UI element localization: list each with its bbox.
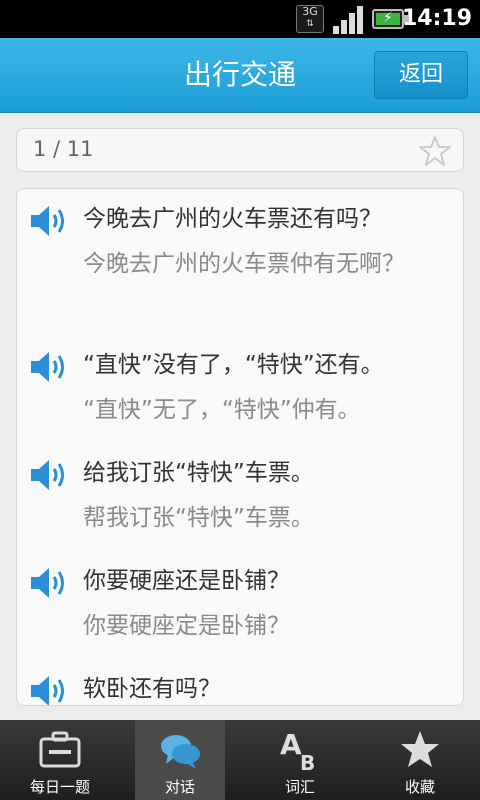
mandarin-phrase: 你要硬座还是卧铺？ [83, 568, 290, 594]
status-time: 14:19 [401, 6, 472, 31]
ab-letters-icon: A B [280, 728, 315, 772]
nav-dialogue[interactable]: 对话 [135, 720, 225, 800]
progress-counter: 1 / 11 [33, 137, 94, 161]
svg-text:B: B [300, 751, 315, 772]
network-type-label: 3G [302, 5, 318, 18]
app-header: 出行交通 返回 [0, 38, 480, 113]
nav-favorites[interactable]: 收藏 [360, 720, 480, 800]
mandarin-phrase: “直快”没有了，“特快”还有。 [83, 352, 384, 378]
briefcase-icon [39, 731, 81, 768]
cantonese-phrase: 帮我订张“特快”车票。 [83, 505, 314, 531]
speaker-icon[interactable] [29, 203, 71, 239]
speaker-icon[interactable] [29, 349, 71, 385]
mandarin-phrase: 给我订张“特快”车票。 [83, 460, 314, 486]
dialogue-card: 今晚去广州的火车票还有吗？ 今晚去广州的火车票仲有无啊？ “直快”没有了，“特快… [16, 188, 464, 706]
svg-text:A: A [280, 728, 302, 761]
nav-label: 词汇 [284, 778, 315, 796]
nav-label: 对话 [164, 778, 195, 796]
cantonese-phrase: 你要硬座定是卧铺？ [83, 613, 290, 639]
speaker-icon[interactable] [29, 457, 71, 493]
mandarin-phrase: 今晚去广州的火车票还有吗？ [83, 206, 382, 232]
progress-counter-bar: 1 / 11 [16, 128, 464, 172]
chat-bubbles-icon [161, 735, 200, 769]
signal-strength-icon [333, 6, 363, 34]
speaker-icon[interactable] [29, 673, 71, 706]
cantonese-phrase: 今晚去广州的火车票仲有无啊？ [83, 251, 405, 277]
star-icon [401, 731, 439, 767]
cantonese-phrase: “直快”无了，“特快”仲有。 [83, 397, 361, 423]
mandarin-phrase: 软卧还有吗？ [83, 676, 221, 702]
speaker-icon[interactable] [29, 565, 71, 601]
nav-label: 收藏 [404, 778, 435, 796]
favorite-star-icon[interactable] [419, 135, 451, 167]
network-3g-icon: 3G ⇅ [296, 5, 324, 33]
nav-vocabulary[interactable]: A B 词汇 [240, 720, 360, 800]
status-bar: 3G ⇅ ⚡ 14:19 [0, 0, 480, 38]
battery-charging-icon: ⚡ [372, 9, 408, 29]
bottom-nav: 每日一题 对话 A B 词汇 收藏 [0, 720, 480, 800]
back-button[interactable]: 返回 [374, 51, 468, 99]
nav-daily-question[interactable]: 每日一题 [0, 720, 120, 800]
nav-label: 每日一题 [29, 778, 90, 796]
